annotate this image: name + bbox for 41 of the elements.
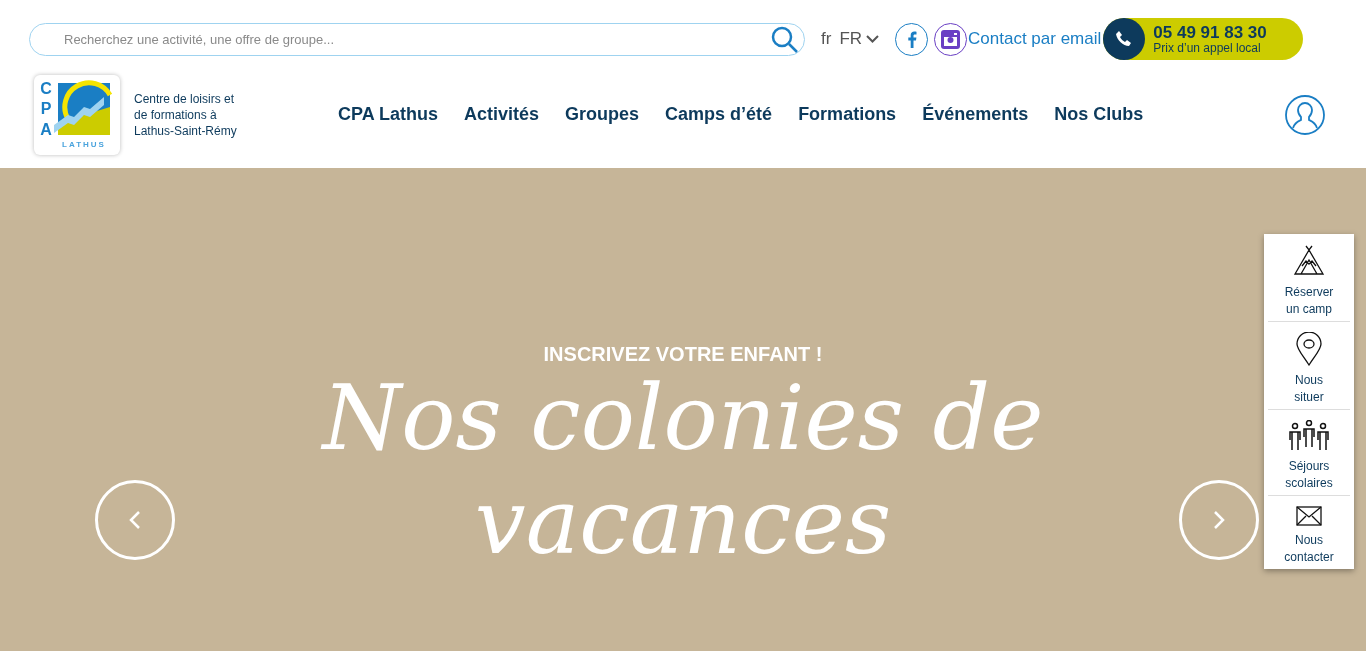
phone-note: Prix d’un appel local xyxy=(1153,40,1262,55)
map-pin-icon xyxy=(1296,332,1322,366)
language-selector[interactable]: FR xyxy=(839,29,880,49)
language-code: fr xyxy=(821,29,832,49)
user-icon xyxy=(1285,94,1325,135)
tent-icon xyxy=(1292,244,1326,278)
logo-letter: A xyxy=(40,120,52,139)
chevron-down-icon xyxy=(866,35,880,43)
tagline: Centre de loisirs et de formations à Lathus-Saint-Rémy xyxy=(134,90,238,139)
facebook-icon xyxy=(906,30,917,48)
phone-badge[interactable]: 05 49 91 83 30 Prix d’un appel local xyxy=(1103,18,1304,60)
logo-letter: P xyxy=(40,100,52,119)
nav-link[interactable]: Événements xyxy=(922,104,1029,125)
search-field[interactable]: Recherchez une activité, une offre de groupe... xyxy=(29,22,805,56)
quick-link[interactable]: Séjours scolaires xyxy=(1268,410,1350,496)
phone-icon xyxy=(1115,30,1134,48)
logo-letter: C xyxy=(40,79,52,98)
search-icon[interactable] xyxy=(771,25,799,54)
chevron-left-icon xyxy=(129,510,141,530)
contact-email-link[interactable]: Contact par email xyxy=(968,29,1102,49)
phone-number: 05 49 91 83 30 xyxy=(1153,23,1267,41)
logo-subtitle: LATHUS xyxy=(61,140,107,151)
account-button[interactable] xyxy=(1285,94,1325,135)
hero-title: Nos colonies de vacances xyxy=(319,366,1045,573)
chevron-right-icon xyxy=(1213,510,1225,530)
quick-link[interactable]: Réserver un camp xyxy=(1268,234,1350,322)
nav-link[interactable]: Formations xyxy=(798,104,897,125)
nav-link[interactable]: Groupes xyxy=(565,104,640,125)
quick-link[interactable]: Nous contacter xyxy=(1268,496,1350,569)
hero-kicker: INSCRIVEZ VOTRE ENFANT ! xyxy=(543,343,823,366)
nav-link[interactable]: Activités xyxy=(464,104,540,125)
nav-link[interactable]: Camps d’été xyxy=(665,104,773,125)
facebook-button[interactable] xyxy=(895,22,929,56)
envelope-icon xyxy=(1296,506,1322,526)
nav-link[interactable]: CPA Lathus xyxy=(338,104,438,125)
instagram-icon xyxy=(941,29,961,49)
instagram-button[interactable] xyxy=(934,22,968,56)
logo[interactable]: C P A LATHUS xyxy=(34,74,120,155)
people-icon xyxy=(1288,420,1330,452)
nav-link[interactable]: Nos Clubs xyxy=(1054,104,1144,125)
quick-link[interactable]: Nous situer xyxy=(1268,322,1350,410)
